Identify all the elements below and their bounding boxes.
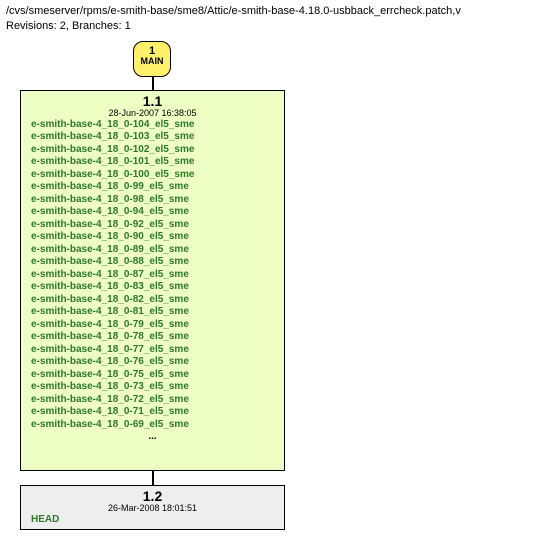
tag-item: e-smith-base-4_18_0-88_el5_sme [31,256,274,269]
tag-item: e-smith-base-4_18_0-71_el5_sme [31,406,274,419]
tag-item: e-smith-base-4_18_0-77_el5_sme [31,344,274,357]
tag-item: e-smith-base-4_18_0-73_el5_sme [31,381,274,394]
file-path: /cvs/smeserver/rpms/e-smith-base/sme8/At… [6,4,542,19]
tag-item: e-smith-base-4_18_0-79_el5_sme [31,319,274,332]
revision-node-1-2: 1.2 26-Mar-2008 18:01:51 HEAD [20,485,285,530]
revision-tags: e-smith-base-4_18_0-104_el5_smee-smith-b… [21,118,284,447]
tag-item: e-smith-base-4_18_0-72_el5_sme [31,394,274,407]
revision-number: 1.1 [21,91,284,109]
tag-item: e-smith-base-4_18_0-82_el5_sme [31,294,274,307]
tag-item: e-smith-base-4_18_0-99_el5_sme [31,181,274,194]
branch-label: MAIN [134,57,170,67]
file-meta: Revisions: 2, Branches: 1 [6,19,542,34]
revision-date: 26-Mar-2008 18:01:51 [21,503,284,513]
tag-item: e-smith-base-4_18_0-90_el5_sme [31,231,274,244]
revision-node-1-1: 1.1 28-Jun-2007 16:38:05 e-smith-base-4_… [20,90,285,471]
revision-graph: 1 MAIN 1.1 28-Jun-2007 16:38:05 e-smith-… [0,36,548,542]
revision-number: 1.2 [21,486,284,504]
tag-item: e-smith-base-4_18_0-78_el5_sme [31,331,274,344]
tag-item: e-smith-base-4_18_0-87_el5_sme [31,269,274,282]
branch-number: 1 [134,45,170,57]
graph-edge [152,77,154,90]
revision-tags: HEAD [21,513,284,530]
tag-item: e-smith-base-4_18_0-83_el5_sme [31,281,274,294]
tag-item: e-smith-base-4_18_0-104_el5_sme [31,119,274,132]
page-header: /cvs/smeserver/rpms/e-smith-base/sme8/At… [0,0,548,36]
tag-item: e-smith-base-4_18_0-69_el5_sme [31,419,274,432]
tag-item: e-smith-base-4_18_0-103_el5_sme [31,131,274,144]
revision-date: 28-Jun-2007 16:38:05 [21,108,284,118]
tag-item: e-smith-base-4_18_0-76_el5_sme [31,356,274,369]
tag-more: ... [31,431,274,444]
tag-item: e-smith-base-4_18_0-102_el5_sme [31,144,274,157]
tag-item: e-smith-base-4_18_0-98_el5_sme [31,194,274,207]
tag-item: e-smith-base-4_18_0-100_el5_sme [31,169,274,182]
tag-item: e-smith-base-4_18_0-81_el5_sme [31,306,274,319]
tag-item: e-smith-base-4_18_0-94_el5_sme [31,206,274,219]
tag-item: e-smith-base-4_18_0-89_el5_sme [31,244,274,257]
tag-item: e-smith-base-4_18_0-92_el5_sme [31,219,274,232]
tag-head: HEAD [31,514,274,527]
tag-item: e-smith-base-4_18_0-75_el5_sme [31,369,274,382]
graph-edge [152,471,154,485]
branch-badge: 1 MAIN [133,41,171,77]
tag-item: e-smith-base-4_18_0-101_el5_sme [31,156,274,169]
